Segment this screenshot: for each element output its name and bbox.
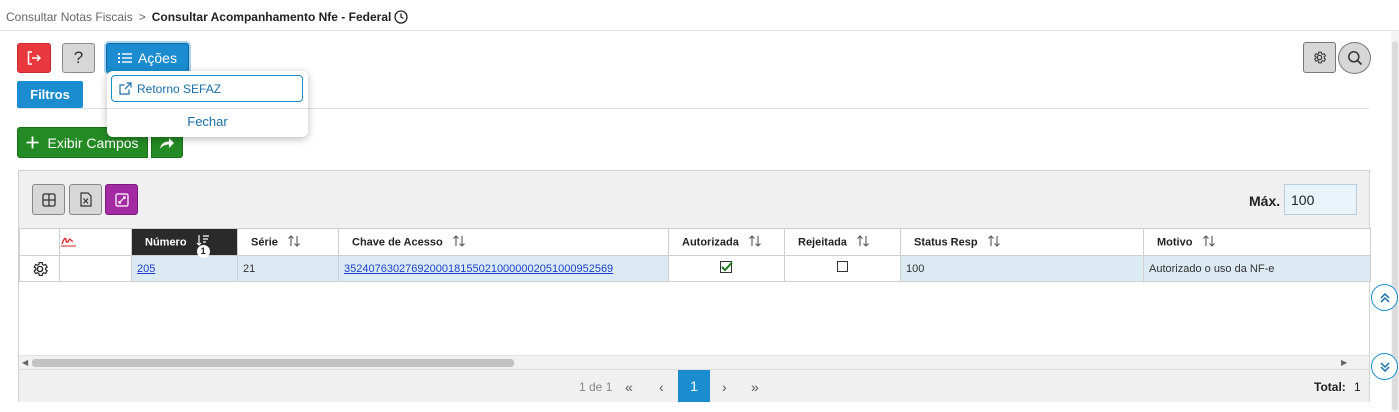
signature-cell [59, 255, 132, 282]
status-resp-cell: 100 [900, 255, 1144, 282]
prev-page-button[interactable]: ‹ [659, 379, 664, 395]
plus-icon [26, 136, 39, 149]
autorizada-cell [668, 255, 785, 282]
column-autorizada-label: Autorizada [682, 235, 739, 248]
gear-icon[interactable] [31, 260, 49, 278]
next-page-button[interactable]: › [722, 379, 727, 395]
filtros-label: Filtros [30, 87, 70, 102]
sort-icon[interactable] [452, 234, 466, 251]
max-label: Máx. [1249, 193, 1281, 209]
column-motivo[interactable]: Motivo [1143, 228, 1371, 256]
scroll-bottom-button[interactable] [1371, 353, 1398, 380]
breadcrumb-parent[interactable]: Consultar Notas Fiscais [6, 10, 133, 24]
column-status-label: Status Resp [914, 235, 978, 248]
table-row[interactable]: 205 21 352407630276920001815502100000020… [19, 255, 1371, 282]
expand-icon [114, 192, 129, 207]
column-autorizada[interactable]: Autorizada [668, 228, 785, 256]
exit-button[interactable] [17, 43, 51, 73]
column-numero-label: Número [145, 235, 187, 248]
search-icon [1347, 50, 1363, 66]
grid-view-button[interactable] [32, 184, 65, 215]
list-icon [118, 52, 133, 64]
sort-icon[interactable] [748, 234, 762, 251]
expand-button[interactable] [105, 184, 138, 215]
page-1-button[interactable]: 1 [678, 370, 710, 402]
scroll-top-button[interactable] [1371, 284, 1398, 311]
pagination: 1 de 1 « ‹ 1 › » Total: 1 [19, 369, 1369, 402]
settings-button[interactable] [1303, 42, 1336, 73]
page-title: Consultar Acompanhamento Nfe - Federal [151, 10, 392, 24]
gear-icon [1312, 50, 1327, 65]
chave-link[interactable]: 3524076302769200018155021000000205100095… [344, 263, 613, 275]
help-button[interactable]: ? [62, 43, 95, 73]
last-page-button[interactable]: » [751, 379, 759, 395]
acoes-dropdown: Retorno SEFAZ Fechar [107, 71, 308, 137]
column-status-resp[interactable]: Status Resp [900, 228, 1144, 256]
column-motivo-label: Motivo [1157, 235, 1193, 248]
sort-icon[interactable] [1202, 234, 1216, 251]
column-numero[interactable]: Número 1 [131, 228, 238, 258]
acoes-button[interactable]: Ações [106, 43, 189, 73]
rejeitada-checkbox[interactable] [836, 261, 849, 273]
horizontal-scrollbar[interactable]: ◀ ▶ [19, 355, 1369, 369]
search-button[interactable] [1338, 42, 1371, 74]
external-link-icon [119, 82, 132, 95]
numero-cell: 205 [131, 255, 238, 282]
column-chave-acesso[interactable]: Chave de Acesso [338, 228, 669, 256]
dropdown-divider [107, 108, 308, 109]
header-divider [0, 30, 1399, 31]
numero-link[interactable]: 205 [137, 263, 155, 275]
breadcrumb: Consultar Notas Fiscais > Consultar Acom… [6, 8, 408, 26]
grid-icon [41, 192, 56, 207]
results-panel: Máx. Número 1 [18, 170, 1371, 402]
scroll-left-arrow[interactable]: ◀ [22, 358, 28, 367]
help-icon: ? [73, 48, 84, 67]
retorno-sefaz-item[interactable]: Retorno SEFAZ [111, 75, 303, 102]
filtros-button[interactable]: Filtros [17, 81, 83, 108]
column-chave-label: Chave de Acesso [352, 235, 443, 248]
column-serie[interactable]: Série [237, 228, 339, 256]
autorizada-checkbox[interactable] [720, 260, 733, 274]
signature-icon [60, 237, 78, 250]
column-signature[interactable] [59, 228, 132, 256]
rejeitada-cell [784, 255, 901, 282]
column-rejeitada[interactable]: Rejeitada [784, 228, 901, 256]
clock-icon[interactable] [394, 10, 408, 24]
sort-icon[interactable] [287, 234, 301, 251]
fechar-button[interactable]: Fechar [107, 114, 308, 129]
share-icon [159, 136, 175, 150]
chevrons-down-icon [1379, 361, 1391, 373]
results-table: Número 1 Série Chave de Acesso Autorizad… [19, 228, 1371, 282]
scroll-thumb[interactable] [32, 359, 514, 367]
scroll-right-arrow[interactable]: ▶ [1341, 358, 1347, 367]
sort-icon[interactable] [856, 234, 870, 251]
chevrons-up-icon [1379, 292, 1391, 304]
total-label: Total: [1314, 380, 1346, 394]
exit-icon [26, 50, 42, 66]
serie-cell: 21 [237, 255, 339, 282]
excel-icon [79, 192, 92, 207]
retorno-sefaz-label: Retorno SEFAZ [137, 81, 222, 96]
acoes-label: Ações [138, 50, 177, 66]
first-page-button[interactable]: « [625, 379, 633, 395]
page-info: 1 de 1 [579, 380, 613, 394]
sort-icon[interactable] [987, 234, 1001, 251]
grid-toolbar: Máx. [19, 171, 1369, 228]
motivo-cell: Autorizado o uso da NF-e [1143, 255, 1371, 282]
column-rejeitada-label: Rejeitada [798, 235, 847, 248]
total-value: 1 [1354, 380, 1361, 394]
column-settings [19, 228, 60, 256]
table-header-row: Número 1 Série Chave de Acesso Autorizad… [19, 228, 1371, 258]
row-settings-cell[interactable] [19, 255, 60, 282]
export-excel-button[interactable] [69, 184, 102, 215]
column-serie-label: Série [251, 235, 278, 248]
page-scrollbar[interactable] [1369, 31, 1399, 412]
chave-cell: 3524076302769200018155021000000205100095… [338, 255, 669, 282]
max-input[interactable] [1284, 184, 1357, 215]
sort-desc-icon[interactable]: 1 [196, 234, 210, 258]
sort-order-badge: 1 [196, 244, 210, 258]
breadcrumb-separator: > [138, 10, 146, 24]
